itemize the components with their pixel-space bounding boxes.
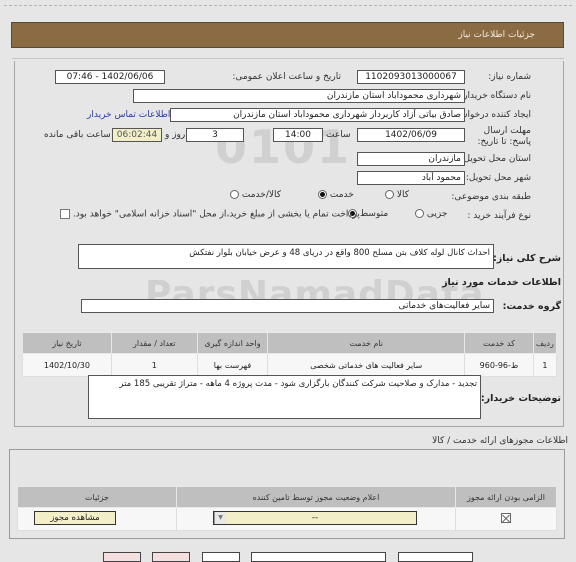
remaining-time-label: ساعت باقی مانده <box>44 130 111 140</box>
license-status-select[interactable]: ▼ -- <box>213 511 417 525</box>
process-label: نوع فرآیند خرید : <box>467 211 531 221</box>
radio-goods-service[interactable] <box>230 190 239 199</box>
page-header: جزئیات اطلاعات نیاز <box>11 22 564 48</box>
licenses-table: الزامی بودن ارائه مجوز اعلام وضعیت مجوز … <box>17 486 557 531</box>
announce-date-label: تاریخ و ساعت اعلان عمومی: <box>232 72 341 82</box>
license-required-cell <box>455 507 557 531</box>
description-label: شرح کلی نیاز: <box>492 253 561 264</box>
deadline-time-label: ساعت <box>326 130 351 140</box>
cell-unit: فهرست بها <box>196 353 269 377</box>
radio-service[interactable] <box>318 190 327 199</box>
bottom-button-1[interactable] <box>103 552 141 562</box>
deadline-date-field[interactable]: 1402/06/09 <box>357 128 465 142</box>
col-license-status: اعلام وضعیت مجوز توسط تامین کننده <box>176 486 456 508</box>
services-table-header: ردیف کد خدمت نام خدمت واحد اندازه گیری ت… <box>22 332 558 354</box>
license-details-cell: مشاهده مجوز <box>17 507 177 531</box>
services-table: ردیف کد خدمت نام خدمت واحد اندازه گیری ت… <box>22 332 558 377</box>
buyer-notes-label: توضیحات خریدار: <box>480 393 561 404</box>
cell-need-date: 1402/10/30 <box>22 353 112 377</box>
category-option-goods-service[interactable]: کالا/خدمت <box>230 190 281 200</box>
col-need-date: تاریخ نیاز <box>22 332 112 354</box>
cell-code: ط-96-960 <box>464 353 534 377</box>
bottom-button-5[interactable] <box>398 552 473 562</box>
col-unit: واحد اندازه گیری <box>196 332 269 354</box>
buyer-contact-link[interactable]: اطلاعات تماس خریدار <box>87 110 170 120</box>
col-license-details: جزئیات <box>17 486 177 508</box>
creator-field[interactable]: صادق بیاتی آزاد کاربردار شهرداری محموداب… <box>170 108 465 122</box>
deadline-time-field[interactable]: 14:00 <box>273 128 323 142</box>
buyer-org-label: نام دستگاه خریدار: <box>460 91 531 101</box>
category-label: طبقه بندی موضوعی: <box>451 192 531 202</box>
license-status-cell: ▼ -- <box>176 507 456 531</box>
deadline-label: مهلت ارسال پاسخ: تا تاریخ: <box>477 126 531 147</box>
col-license-required: الزامی بودن ارائه مجوز <box>455 486 557 508</box>
announce-date-field[interactable]: 1402/06/06 - 07:46 <box>55 70 165 84</box>
cell-row: 1 <box>532 353 558 377</box>
days-remaining-field[interactable]: 3 <box>186 128 244 142</box>
page-title: جزئیات اطلاعات نیاز <box>458 30 535 40</box>
header-divider <box>12 58 564 59</box>
process-option-minor[interactable]: جزیی <box>415 209 447 219</box>
radio-minor[interactable] <box>415 209 424 218</box>
col-quantity: تعداد / مقدار <box>110 332 198 354</box>
description-field[interactable]: احداث کانال لوله کلاف بتن مسلح 800 واقع … <box>78 244 494 269</box>
buyer-notes-field[interactable]: تجدید - مدارک و صلاحیت شرکت کنندگان بارگ… <box>88 375 481 419</box>
category-option-goods[interactable]: کالا <box>385 190 409 200</box>
city-label: شهر محل تحویل: <box>465 173 531 183</box>
category-option-service[interactable]: خدمت <box>318 190 354 200</box>
licenses-table-header: الزامی بودن ارائه مجوز اعلام وضعیت مجوز … <box>17 486 557 508</box>
bottom-button-3[interactable] <box>202 552 240 562</box>
col-row: ردیف <box>532 332 558 354</box>
licenses-section-title: اطلاعات مجوزهای ارائه خدمت / کالا <box>432 436 568 446</box>
province-label: استان محل تحویل: <box>460 154 531 164</box>
view-license-button[interactable]: مشاهده مجوز <box>34 511 116 525</box>
service-group-field[interactable]: سایر فعالیت‌های خدماتی <box>81 299 494 313</box>
col-code: کد خدمت <box>464 332 534 354</box>
cell-quantity: 1 <box>110 353 198 377</box>
service-group-label: گروه خدمت: <box>502 301 561 312</box>
license-row: ▼ -- مشاهده مجوز <box>17 507 557 531</box>
remaining-time-field: 06:02:44 <box>112 128 162 142</box>
services-section-title: اطلاعات خدمات مورد نیاز <box>442 277 561 288</box>
top-divider <box>4 5 572 6</box>
radio-goods[interactable] <box>385 190 394 199</box>
province-field[interactable]: مازندران <box>357 152 465 166</box>
cell-name: سایر فعالیت های خدماتی شخصی <box>267 353 466 377</box>
bottom-button-2[interactable] <box>152 552 190 562</box>
col-name: نام خدمت <box>267 332 466 354</box>
days-label: روز و <box>165 130 186 140</box>
need-number-field[interactable]: 1102093013000067 <box>357 70 465 84</box>
license-required-checkbox[interactable] <box>501 513 511 523</box>
table-row: 1 ط-96-960 سایر فعالیت های خدماتی شخصی ف… <box>22 353 558 377</box>
bottom-button-4[interactable] <box>251 552 386 562</box>
need-number-label: شماره نیاز: <box>488 72 531 82</box>
treasury-payment-checkbox[interactable] <box>60 209 70 219</box>
treasury-payment-option[interactable]: پرداخت تمام یا بخشی از مبلغ خرید،از محل … <box>60 209 360 220</box>
city-field[interactable]: محمود آباد <box>357 171 465 185</box>
buyer-org-field[interactable]: شهرداری محموداباد استان مازندران <box>133 89 465 103</box>
